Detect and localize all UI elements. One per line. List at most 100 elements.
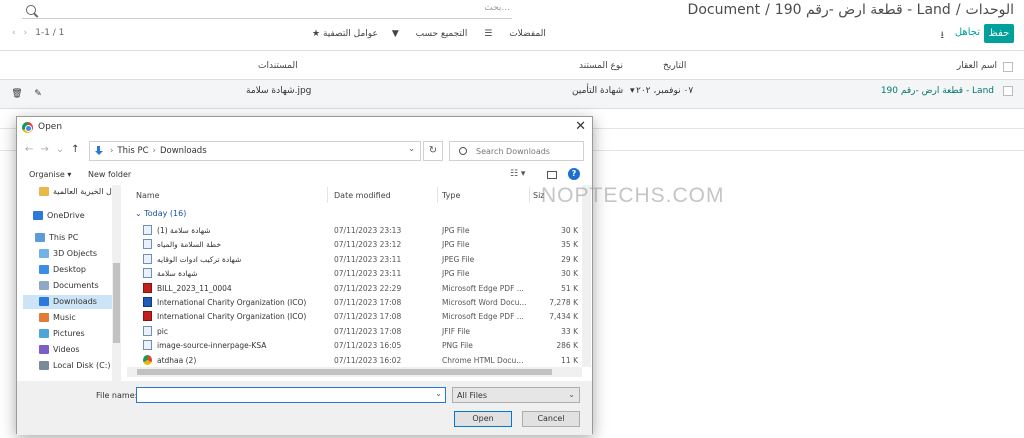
dialog-title-bar[interactable]: Open ✕ xyxy=(17,117,592,139)
download-icon xyxy=(39,297,49,306)
address-path: › This PC › Downloads xyxy=(106,146,207,156)
breadcrumb-root[interactable]: الوحدات xyxy=(966,2,1014,18)
nav-item[interactable]: Music xyxy=(23,311,115,325)
file-type-select[interactable]: All Files ⌄ xyxy=(452,387,580,403)
file-date: 07/11/2023 22:29 xyxy=(334,283,402,293)
column-header-type[interactable]: Type xyxy=(442,191,460,200)
close-icon[interactable]: ✕ xyxy=(575,119,586,134)
file-row[interactable]: شهادة سلامة 07/11/2023 23:11 JPG File 30 K xyxy=(127,266,582,280)
file-row[interactable]: image-source-innerpage-KSA 07/11/2023 16:… xyxy=(127,338,582,352)
cancel-button[interactable]: Cancel xyxy=(522,411,580,427)
chevron-right-icon: › xyxy=(152,146,156,156)
nav-item[interactable]: Documents xyxy=(23,279,115,293)
chevron-down-icon[interactable]: ⌄ xyxy=(408,144,415,153)
recent-dropdown-icon[interactable]: ⌄ xyxy=(56,144,64,155)
nav-item[interactable]: ل الخيرية العالمية xyxy=(23,185,115,199)
column-header-date-modified[interactable]: Date modified xyxy=(334,191,391,200)
navigation-scrollbar[interactable] xyxy=(112,185,121,383)
nav-item[interactable]: This PC xyxy=(23,231,115,245)
nav-item[interactable]: OneDrive xyxy=(23,209,115,223)
file-type: Microsoft Edge PDF ... xyxy=(442,312,524,322)
file-row[interactable]: BILL_2023_11_0004 07/11/2023 22:29 Microso… xyxy=(127,281,582,295)
nav-item[interactable]: Videos xyxy=(23,343,115,357)
file-date: 07/11/2023 17:08 xyxy=(334,326,402,336)
image-file-icon xyxy=(143,325,152,336)
search-bar[interactable]: بحث... xyxy=(22,3,512,19)
file-row[interactable]: International Charity Organization (ICO)… xyxy=(127,309,582,323)
nav-item[interactable]: 3D Objects xyxy=(23,247,115,261)
column-header-doc-type[interactable]: نوع المستند xyxy=(579,61,623,71)
nav-item-label: Downloads xyxy=(53,297,97,306)
trash-icon[interactable]: 🗑 xyxy=(8,86,26,102)
refresh-button[interactable]: ↻ xyxy=(423,141,443,161)
breadcrumb: Document / قطعة ارض -رقم 190 - Land / الوحدا… xyxy=(688,2,1014,18)
up-arrow-icon[interactable]: ↑ xyxy=(71,144,79,155)
file-date: 07/11/2023 23:11 xyxy=(334,254,402,264)
file-row[interactable]: International Charity Organization (ICO)… xyxy=(127,295,582,309)
row-date-dropdown-icon[interactable]: ▾ xyxy=(630,86,635,96)
word-file-icon xyxy=(143,297,152,307)
open-button[interactable]: Open xyxy=(454,411,512,427)
new-folder-button[interactable]: New folder xyxy=(88,170,131,179)
dialog-footer: File name: ⌄ All Files ⌄ Open Cancel xyxy=(17,381,592,435)
file-row[interactable]: شهادة تركيب ادوات الوقايه 07/11/2023 23:1… xyxy=(127,252,582,266)
nav-item[interactable]: Pictures xyxy=(23,327,115,341)
file-row[interactable]: شهادة سلامة (1) 07/11/2023 23:13 JPG File 3… xyxy=(127,223,582,237)
save-button[interactable]: حفظ xyxy=(984,24,1014,43)
organise-button[interactable]: Organise ▾ xyxy=(29,170,71,179)
nav-item[interactable]: Downloads xyxy=(23,295,115,309)
pager-value[interactable]: 1-1 / 1 xyxy=(35,28,64,38)
file-row[interactable]: pic 07/11/2023 17:08 JFIF File 33 K xyxy=(127,324,582,338)
pager-prev-icon[interactable]: ‹ xyxy=(12,28,16,38)
file-name-input[interactable]: ⌄ xyxy=(136,387,446,403)
download-icon[interactable]: ⭳ xyxy=(941,28,945,45)
row-document[interactable]: شهادة سلامة.jpg xyxy=(246,86,311,96)
search-downloads-input[interactable]: Search Downloads xyxy=(449,141,584,161)
filters-label: عوامل التصفية xyxy=(322,29,378,39)
address-bar[interactable]: › This PC › Downloads ⌄ xyxy=(89,141,421,161)
column-header-property[interactable]: اسم العقار xyxy=(957,61,997,71)
file-list-vertical-scrollbar[interactable] xyxy=(582,185,591,367)
nav-item-label: Videos xyxy=(53,345,80,354)
scrollbar-thumb[interactable] xyxy=(113,263,120,343)
row-property[interactable]: قطعة ارض -رقم 190 - Land xyxy=(881,86,994,96)
back-arrow-icon[interactable]: ← xyxy=(25,144,33,155)
discard-button[interactable]: تجاهل xyxy=(955,27,980,38)
search-icon xyxy=(26,5,36,15)
file-type: JFIF File xyxy=(442,326,470,336)
group-header[interactable]: ⌄ Today (16) xyxy=(135,209,186,218)
select-all-checkbox[interactable] xyxy=(1003,62,1013,72)
column-header-date[interactable]: التاريخ xyxy=(663,61,686,71)
group-by-button[interactable]: ☰ التجميع حسب xyxy=(416,29,493,39)
path-segment[interactable]: This PC xyxy=(117,146,148,156)
view-options-icon[interactable]: ☷ ▾ xyxy=(510,169,525,179)
nav-item[interactable]: Local Disk (C:) xyxy=(23,359,115,373)
breadcrumb-record[interactable]: قطعة ارض -رقم 190 - Land xyxy=(775,2,951,18)
nav-item-label: Local Disk (C:) xyxy=(53,361,111,370)
table-row[interactable] xyxy=(0,79,1024,109)
preview-pane-icon[interactable] xyxy=(547,171,557,179)
file-date: 07/11/2023 17:08 xyxy=(334,298,402,307)
path-segment[interactable]: Downloads xyxy=(160,146,207,156)
search-icon xyxy=(459,147,467,155)
help-icon[interactable]: ? xyxy=(568,168,580,180)
file-row[interactable]: atdhaa (2) 07/11/2023 16:02 Chrome HTML Do… xyxy=(127,353,582,367)
row-date[interactable]: ٠٧ نوفمبر، ٢٠٢ xyxy=(636,86,693,96)
music-icon xyxy=(39,313,49,322)
nav-item[interactable]: Desktop xyxy=(23,263,115,277)
forward-arrow-icon[interactable]: → xyxy=(40,144,48,155)
row-doc-type[interactable]: شهادة التأمين xyxy=(572,86,623,96)
chrome-icon xyxy=(22,122,33,133)
file-type: Microsoft Word Docu... xyxy=(442,298,527,307)
column-header-documents[interactable]: المستندات xyxy=(258,61,298,71)
file-list-horizontal-scrollbar[interactable] xyxy=(127,367,582,377)
filters-button[interactable]: ▼عوامل التصفية xyxy=(323,29,399,39)
row-checkbox[interactable] xyxy=(1003,86,1013,96)
edit-icon[interactable]: ✎ xyxy=(29,86,47,102)
column-header-name[interactable]: Name xyxy=(136,191,160,200)
file-row[interactable]: خطة السلامة والمياه 07/11/2023 23:12 JPG F… xyxy=(127,237,582,251)
chevron-down-icon[interactable]: ⌄ xyxy=(435,389,442,398)
pager-next-icon[interactable]: › xyxy=(24,28,28,38)
file-name: pic xyxy=(157,326,168,336)
scrollbar-thumb[interactable] xyxy=(137,369,552,375)
